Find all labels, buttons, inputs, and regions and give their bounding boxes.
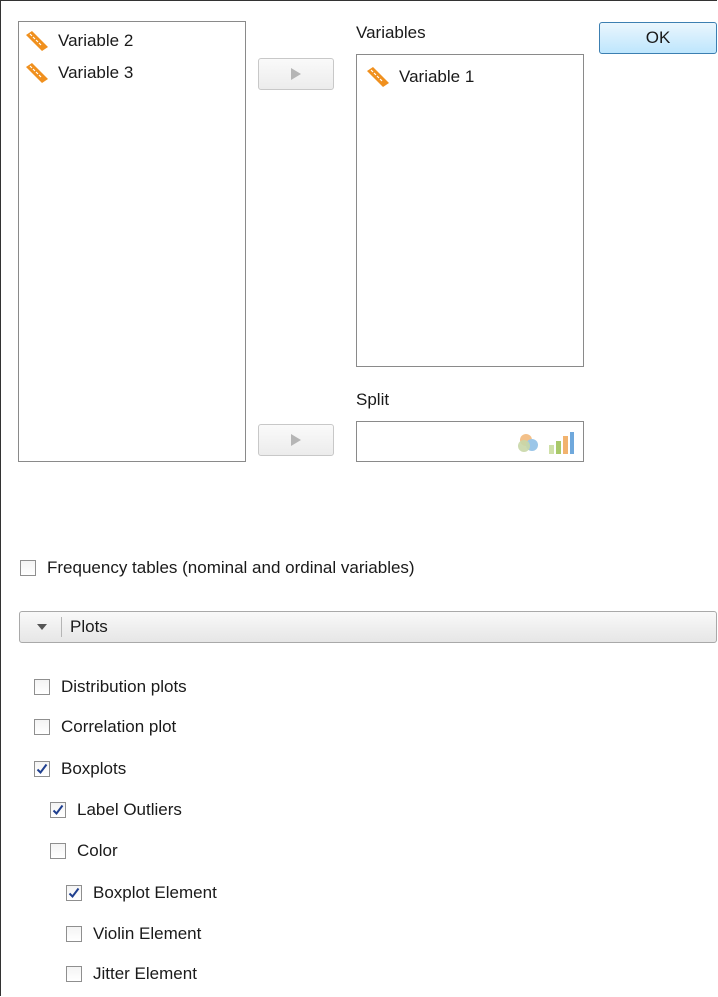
color-label: Color [77,841,118,860]
nominal-ordinal-icon [518,434,538,452]
split-field[interactable] [356,421,584,462]
label-outliers-label: Label Outliers [77,800,182,819]
checkmark-icon [68,887,80,899]
checkmark-icon [52,804,64,816]
variables-box-title: Variables [356,23,426,42]
correlation-plot-label: Correlation plot [61,717,177,736]
list-item[interactable]: Variable 1 [365,65,474,89]
label-outliers-checkbox[interactable] [50,802,66,818]
boxplot-element-label: Boxplot Element [93,883,217,902]
ruler-icon [26,31,48,51]
boxplots-checkbox[interactable] [34,761,50,777]
variable-label: Variable 3 [58,63,134,82]
boxplot-element-checkbox[interactable] [66,885,82,901]
bar-chart-icon [549,432,574,454]
ok-button[interactable]: OK [599,22,717,54]
violin-element-option[interactable]: Violin Element [66,923,201,945]
list-item[interactable]: Variable 3 [24,61,133,85]
jitter-element-label: Jitter Element [93,964,197,983]
color-checkbox[interactable] [50,843,66,859]
plots-section-title: Plots [70,617,108,636]
variable-label: Variable 2 [58,31,134,50]
checkmark-icon [36,763,48,775]
jitter-element-checkbox[interactable] [66,966,82,982]
collapse-caret-icon [37,624,47,630]
violin-element-label: Violin Element [93,924,202,943]
distribution-plots-option[interactable]: Distribution plots [34,676,187,698]
violin-element-checkbox[interactable] [66,926,82,942]
list-item[interactable]: Variable 2 [24,29,133,53]
move-to-split-button[interactable] [258,424,334,456]
boxplot-element-option[interactable]: Boxplot Element [66,882,217,904]
ruler-icon [26,63,48,83]
available-variables-list[interactable]: Variable 2 Variable 3 [18,21,246,462]
variables-list[interactable]: Variable 1 [356,54,584,367]
plots-section-header[interactable]: Plots [19,611,717,643]
arrow-right-icon [291,434,301,446]
label-outliers-option[interactable]: Label Outliers [50,799,182,821]
frequency-tables-option[interactable]: Frequency tables (nominal and ordinal va… [20,557,415,579]
boxplots-option[interactable]: Boxplots [34,758,126,780]
frequency-tables-checkbox[interactable] [20,560,36,576]
header-separator [61,617,62,637]
distribution-plots-label: Distribution plots [61,677,187,696]
color-option[interactable]: Color [50,840,118,862]
split-box-title: Split [356,390,390,409]
correlation-plot-checkbox[interactable] [34,719,50,735]
ruler-icon [367,67,389,87]
jitter-element-option[interactable]: Jitter Element [66,963,197,985]
move-to-variables-button[interactable] [258,58,334,90]
distribution-plots-checkbox[interactable] [34,679,50,695]
boxplots-label: Boxplots [61,759,127,778]
frequency-tables-label: Frequency tables (nominal and ordinal va… [47,558,415,577]
correlation-plot-option[interactable]: Correlation plot [34,716,176,738]
arrow-right-icon [291,68,301,80]
variable-label: Variable 1 [399,67,475,86]
